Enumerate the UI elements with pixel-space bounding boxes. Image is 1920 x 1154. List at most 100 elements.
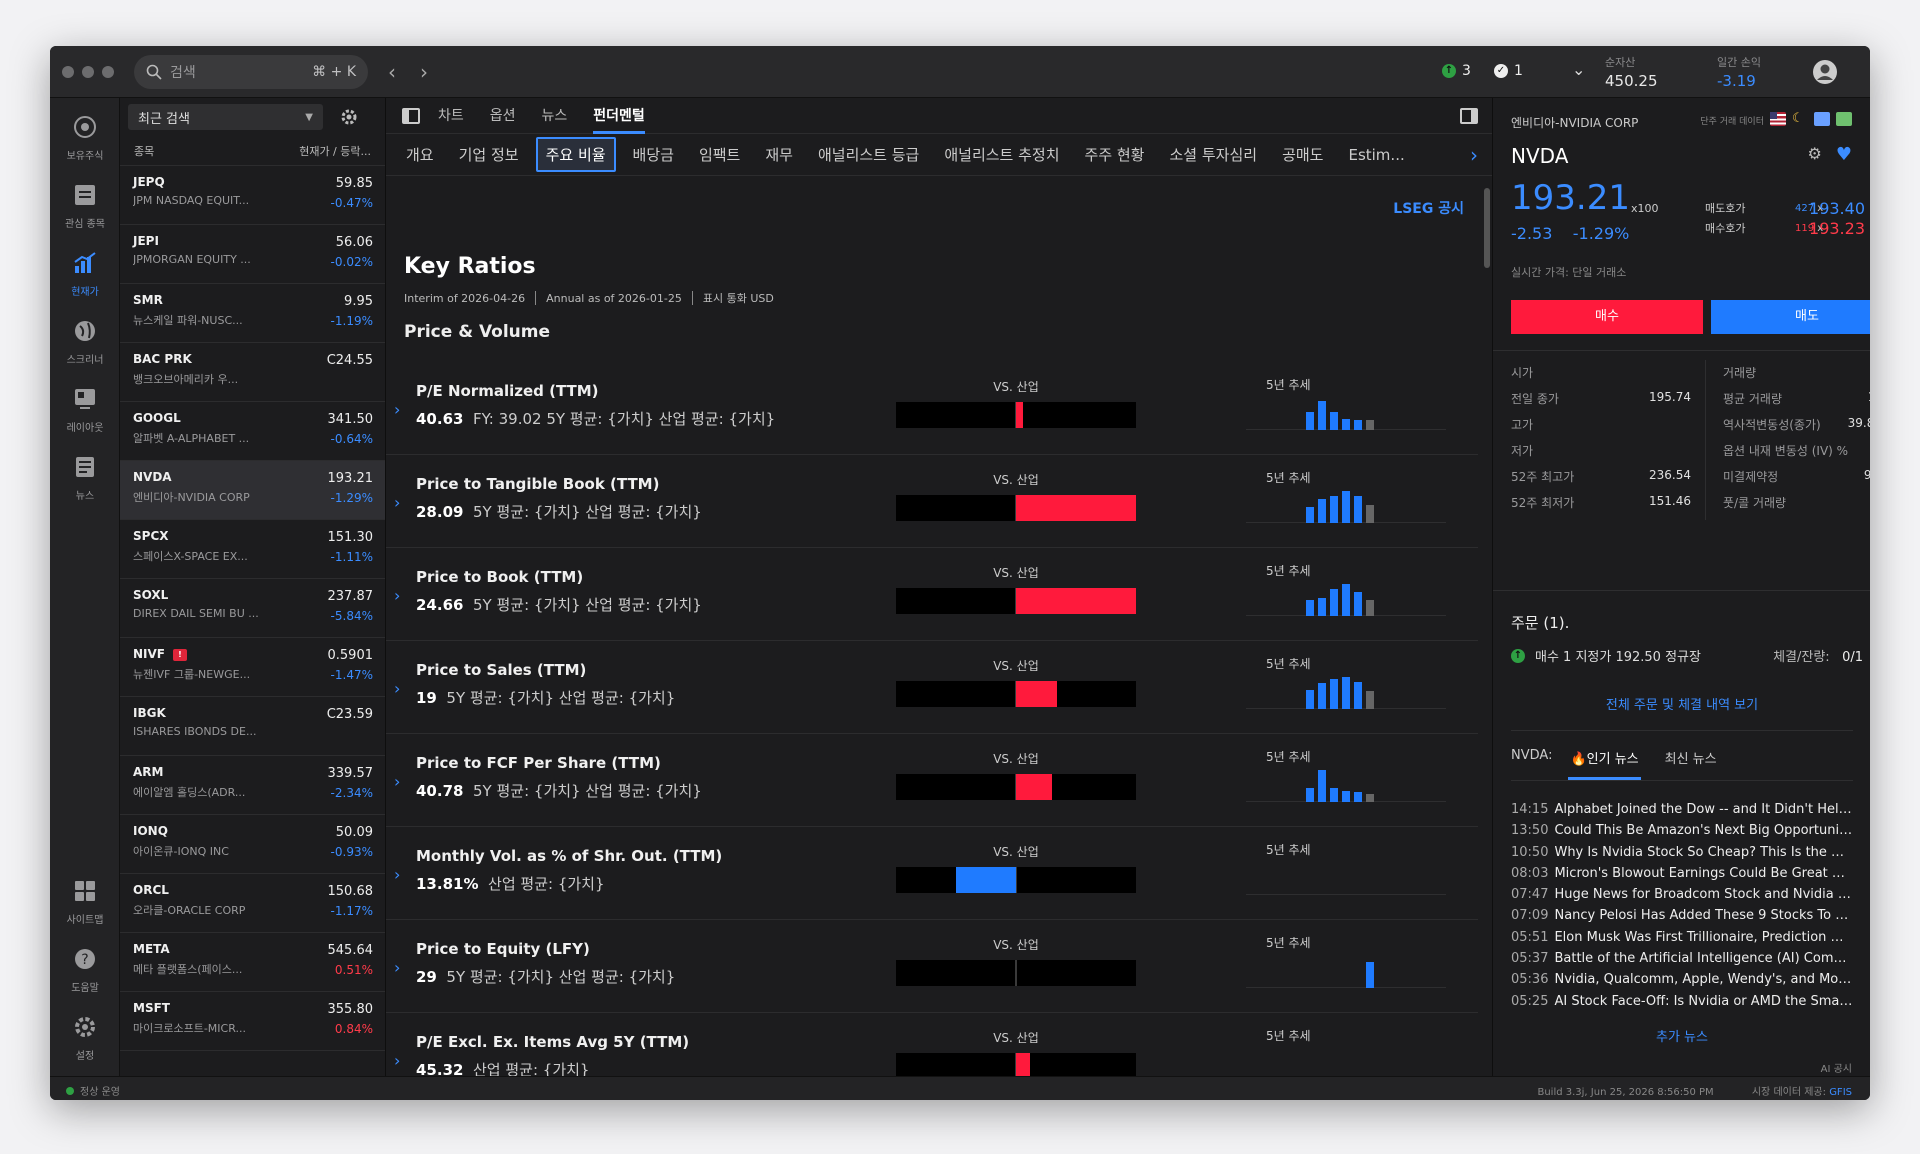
subtab-1[interactable]: 기업 정보 — [451, 139, 527, 170]
ratio-row[interactable]: › P/E Excl. Ex. Items Avg 5Y (TTM) 45.32 산… — [386, 1013, 1478, 1076]
subtab-0[interactable]: 개요 — [398, 139, 442, 170]
watchlist-row[interactable]: GOOGL 알파벳 A-ALPHABET ... 341.50 -0.64% — [120, 402, 385, 461]
close-window-button[interactable] — [62, 66, 74, 78]
ratio-row[interactable]: › Monthly Vol. as % of Shr. Out. (TTM) 13.… — [386, 827, 1478, 920]
subtab-3[interactable]: 배당금 — [625, 139, 682, 170]
bid-price[interactable]: 193.23 — [1809, 219, 1865, 238]
avatar[interactable] — [1812, 59, 1838, 89]
chevron-right-icon[interactable]: › — [1470, 143, 1478, 167]
subtab-10[interactable]: 공매도 — [1274, 139, 1331, 170]
sidebar-item-news[interactable]: 뉴스 — [50, 454, 120, 502]
right-panel-toggle-icon[interactable] — [1460, 108, 1478, 124]
chevron-down-icon[interactable]: ⌄ — [1572, 60, 1585, 79]
check-badge[interactable]: ✓ 1 — [1494, 63, 1523, 79]
sidebar-toggle-icon[interactable] — [402, 107, 420, 124]
trend-bar — [1330, 788, 1338, 802]
sidebar-item-settings[interactable]: 설정 — [50, 1014, 120, 1062]
tab-news[interactable]: 뉴스 — [542, 98, 568, 134]
alert-badge-green[interactable]: ↑ 3 — [1442, 63, 1471, 79]
ratio-row[interactable]: › Price to FCF Per Share (TTM) 40.78 5Y 평균… — [386, 734, 1478, 827]
sidebar-item-portfolio[interactable]: 보유주식 — [50, 114, 120, 162]
ratio-row[interactable]: › Price to Sales (TTM) 19 5Y 평균: {가치} 산업 평… — [386, 641, 1478, 734]
watchlist-row[interactable]: META 메타 플랫폼스(페이스... 545.64 0.51% — [120, 933, 385, 992]
tab-chart[interactable]: 차트 — [438, 98, 464, 134]
expand-chevron-icon[interactable]: › — [394, 958, 400, 977]
news-item[interactable]: 05:51 Elon Musk Was First Trillionaire, P… — [1511, 930, 1853, 951]
expand-chevron-icon[interactable]: › — [394, 1051, 400, 1070]
sidebar-item-watchlist[interactable]: 관심 종목 — [50, 182, 120, 230]
watchlist-row[interactable]: NIVF! 뉴젠IVF 그룹-NEWGE... 0.5901 -1.47% — [120, 638, 385, 697]
news-item[interactable]: 08:03 Micron's Blowout Earnings Could Be … — [1511, 866, 1853, 887]
subtab-7[interactable]: 애널리스트 추정치 — [936, 139, 1067, 170]
sidebar-item-globe[interactable]: 스크리너 — [50, 318, 120, 366]
search-input[interactable]: 검색 ⌘ + K — [134, 55, 368, 89]
watchlist-row[interactable]: IONQ 아이온큐-IONQ INC 50.09 -0.93% — [120, 815, 385, 874]
tab-latest-news[interactable]: 최신 뉴스 — [1665, 748, 1717, 780]
news-list: 14:15 Alphabet Joined the Dow -- and It D… — [1511, 802, 1870, 1015]
watchlist-row[interactable]: BAC PRK 뱅크오브아메리카 우... C24.55 — [120, 343, 385, 402]
subtab-2[interactable]: 주요 비율 — [535, 137, 616, 172]
watchlist-row[interactable]: ARM 에이알엠 홀딩스(ADR... 339.57 -2.34% — [120, 756, 385, 815]
watchlist-row[interactable]: IBGK ISHARES IBONDS DE... C23.59 — [120, 697, 385, 756]
sidebar-item-help[interactable]: ? 도움말 — [50, 946, 120, 994]
ask-price[interactable]: 193.40 — [1809, 199, 1865, 218]
news-item[interactable]: 05:36 Nvidia, Qualcomm, Apple, Wendy's, a… — [1511, 972, 1853, 993]
news-item[interactable]: 10:50 Why Is Nvidia Stock So Cheap? This … — [1511, 845, 1853, 866]
subtab-5[interactable]: 재무 — [757, 139, 801, 170]
sidebar-item-layout[interactable]: 레이아웃 — [50, 386, 120, 434]
news-item[interactable]: 07:09 Nancy Pelosi Has Added These 9 Stoc… — [1511, 908, 1853, 929]
watchlist-row[interactable]: MSFT 마이크로소프트-MICR... 355.80 0.84% — [120, 992, 385, 1051]
order-row[interactable]: ↑ 매수 1 지정가 192.50 정규장 체결/잔량: 0/1 — [1511, 646, 1870, 665]
lseg-filing-link[interactable]: LSEG 공시 — [1393, 198, 1464, 218]
news-item[interactable]: 13:50 Could This Be Amazon's Next Big Opp… — [1511, 823, 1853, 844]
news-item[interactable]: 05:25 AI Stock Face-Off: Is Nvidia or AMD… — [1511, 994, 1853, 1015]
ratio-row[interactable]: › Price to Tangible Book (TTM) 28.09 5Y 평균… — [386, 455, 1478, 548]
news-item[interactable]: 05:37 Battle of the Artificial Intelligen… — [1511, 951, 1853, 972]
minimize-window-button[interactable] — [82, 66, 94, 78]
subtab-4[interactable]: 임팩트 — [691, 139, 748, 170]
expand-chevron-icon[interactable]: › — [394, 586, 400, 605]
subtab-9[interactable]: 소셜 투자심리 — [1161, 139, 1265, 170]
news-item[interactable]: 14:15 Alphabet Joined the Dow -- and It D… — [1511, 802, 1853, 823]
data-provider[interactable]: GFIS — [1829, 1087, 1852, 1098]
more-news-link[interactable]: 추가 뉴스 — [1493, 1026, 1870, 1045]
sidebar-item-chart[interactable]: 현재가 — [50, 250, 120, 298]
expand-chevron-icon[interactable]: › — [394, 493, 400, 512]
ratio-row[interactable]: › Price to Equity (LFY) 29 5Y 평균: {가치} 산업 … — [386, 920, 1478, 1013]
page-title: Key Ratios — [404, 254, 536, 279]
tab-hot-news[interactable]: 🔥인기 뉴스 — [1568, 748, 1641, 780]
heart-icon[interactable]: ♥ — [1836, 144, 1852, 165]
expand-chevron-icon[interactable]: › — [394, 772, 400, 791]
sell-button[interactable]: 매도 — [1711, 300, 1870, 334]
expand-chevron-icon[interactable]: › — [394, 865, 400, 884]
ratio-row[interactable]: › Price to Book (TTM) 24.66 5Y 평균: {가치} 산업… — [386, 548, 1478, 641]
maximize-window-button[interactable] — [102, 66, 114, 78]
alert-settings-icon[interactable]: ⚙ — [1808, 144, 1822, 165]
expand-chevron-icon[interactable]: › — [394, 679, 400, 698]
watchlist-row[interactable]: SOXL DIREX DAIL SEMI BU ... 237.87 -5.84% — [120, 579, 385, 638]
watchlist-row[interactable]: SPCX 스페이스X-SPACE EX... 151.30 -1.11% — [120, 520, 385, 579]
buy-button[interactable]: 매수 — [1511, 300, 1703, 334]
watchlist-row[interactable]: ORCL 오라클-ORACLE CORP 150.68 -1.17% — [120, 874, 385, 933]
forward-arrow-icon[interactable]: › — [420, 60, 428, 84]
watchlist-row[interactable]: NVDA 엔비디아-NVIDIA CORP 193.21 -1.29% — [120, 461, 385, 520]
news-item[interactable]: 07:47 Huge News for Broadcom Stock and Nv… — [1511, 887, 1853, 908]
tab-fundamentals[interactable]: 펀더멘털 — [593, 98, 645, 134]
subtab-8[interactable]: 주주 현황 — [1077, 139, 1153, 170]
scrollbar[interactable] — [1484, 188, 1490, 268]
subtab-11[interactable]: Estim... — [1340, 141, 1412, 169]
row-name: 엔비디아-NVIDIA CORP — [133, 491, 250, 504]
ratio-row[interactable]: › P/E Normalized (TTM) 40.63 FY: 39.02 5Y … — [386, 362, 1478, 455]
watchlist-row[interactable]: SMR 뉴스케일 파워-NUSC... 9.95 -1.19% — [120, 284, 385, 343]
watchlist-selector[interactable]: 최근 검색 ▼ — [128, 104, 323, 130]
subtab-6[interactable]: 애널리스트 등급 — [810, 139, 927, 170]
sidebar-item-sitemap[interactable]: 사이트맵 — [50, 878, 120, 926]
expand-chevron-icon[interactable]: › — [394, 400, 400, 419]
row-price: C24.55 — [326, 353, 373, 368]
tab-options[interactable]: 옵션 — [490, 98, 516, 134]
all-orders-link[interactable]: 전체 주문 및 체결 내역 보기 — [1493, 694, 1870, 713]
watchlist-row[interactable]: JEPQ JPM NASDAQ EQUIT... 59.85 -0.47% — [120, 166, 385, 225]
watchlist-row[interactable]: JEPI JPMORGAN EQUITY ... 56.06 -0.02% — [120, 225, 385, 284]
back-arrow-icon[interactable]: ‹ — [388, 60, 396, 84]
gear-icon[interactable] — [339, 107, 359, 127]
